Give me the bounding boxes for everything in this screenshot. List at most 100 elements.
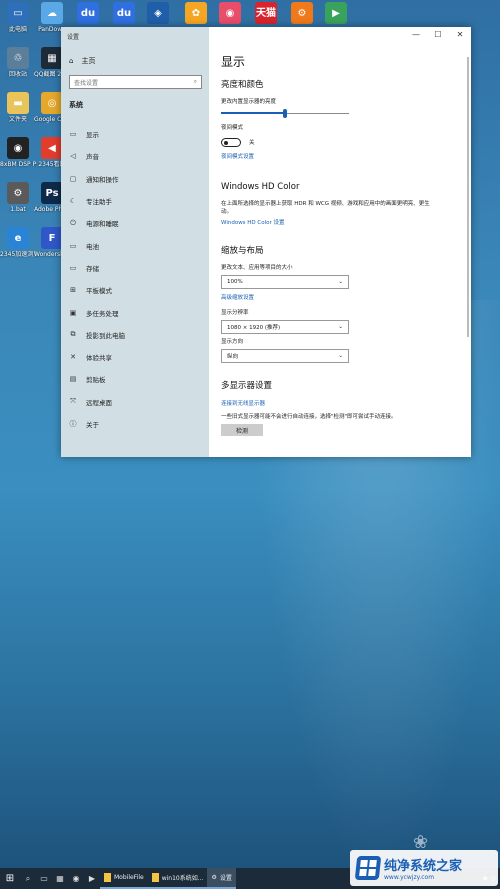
minimize-button[interactable]: — (405, 27, 427, 43)
hdr-settings-link[interactable]: Windows HD Color 设置 (221, 218, 461, 226)
sidebar-item-label: 剪贴板 (86, 376, 106, 385)
resolution-select[interactable]: 1080 × 1920 (推荐) ⌄ (221, 320, 349, 334)
night-light-settings-link[interactable]: 夜间模式设置 (221, 152, 461, 160)
taskbar-app-mobilefile[interactable]: MobileFile (100, 868, 148, 889)
desktop-icon-label: 1.bat (10, 206, 26, 213)
app-icon[interactable]: ▶ (84, 868, 100, 889)
sidebar-item-label: 电池 (86, 242, 99, 251)
resolution-value: 1080 × 1920 (推荐) (227, 325, 281, 331)
desktop-icon[interactable]: ⚙ (284, 2, 320, 26)
brightness-slider[interactable] (221, 109, 349, 118)
chevron-down-icon: ⌄ (338, 324, 343, 330)
sidebar-item-label: 投影到此电脑 (86, 331, 125, 340)
sidebar-item[interactable]: ▢ 通知和操作 (61, 168, 209, 190)
sidebar-item[interactable]: ⓘ 关于 (61, 413, 209, 435)
remote-icon: ⤧ (70, 397, 76, 406)
taskbar-app-settings[interactable]: ⚙ 设置 (207, 868, 236, 889)
sidebar-item[interactable]: ✕ 体验共享 (61, 346, 209, 368)
close-button[interactable]: ✕ (449, 27, 471, 43)
sidebar-item[interactable]: ⏻ 电源和睡眠 (61, 212, 209, 234)
desktop-icon[interactable]: ◉ (212, 2, 248, 26)
scale-select[interactable]: 100% ⌄ (221, 275, 349, 289)
desktop-icon[interactable]: e 2345加速浏览器 (0, 227, 36, 258)
home-nav[interactable]: ⌂ 主页 (69, 56, 95, 66)
search-icon: ⌕ (193, 78, 197, 85)
scale-value: 100% (227, 279, 243, 285)
desktop-icon[interactable]: ◈ (140, 2, 176, 26)
desktop-icon[interactable]: du (70, 2, 106, 26)
sidebar-item[interactable]: ⊞ 平板模式 (61, 279, 209, 301)
search-input[interactable]: 查找设置 ⌕ (69, 75, 202, 89)
search-placeholder: 查找设置 (74, 79, 99, 87)
app-icon[interactable]: ▦ (52, 868, 68, 889)
play-store-icon: ▶ (325, 2, 347, 24)
taskbar-app-folder[interactable]: win10系统如... (147, 868, 208, 889)
orientation-value: 纵向 (227, 354, 239, 360)
desktop-icon[interactable]: 天猫 (248, 2, 284, 26)
wireless-display-link[interactable]: 连接到无线显示器 (221, 399, 461, 407)
sidebar-item-label: 远程桌面 (86, 398, 112, 407)
sidebar-nav: ▭ 显示 ◁ 声音 ▢ 通知和操作 ☾ 专注助手 ⏻ 电源和睡眠 ▭ 电池 ▭ 存储 ⊞ 平板模式 ▣ 多任务处理… (61, 123, 209, 435)
sidebar-item[interactable]: ⤧ 远程桌面 (61, 391, 209, 413)
desktop-icon[interactable]: ♲ 回收站 (0, 47, 36, 78)
advanced-scaling-link[interactable]: 高级缩放设置 (221, 293, 461, 301)
home-label: 主页 (81, 57, 96, 65)
sidebar-item[interactable]: ▭ 存储 (61, 257, 209, 279)
sidebar-item[interactable]: ▭ 显示 (61, 123, 209, 145)
search-icon[interactable]: ⌕ (20, 868, 36, 889)
gear-icon: ⚙ (211, 874, 217, 881)
windows-icon[interactable]: ⊞ (0, 868, 20, 889)
chrome-icon: ◎ (41, 92, 63, 114)
desktop-icon[interactable]: ▶ (318, 2, 354, 26)
orientation-label: 显示方向 (221, 339, 244, 345)
gear-icon: ⚙ (291, 2, 313, 24)
image-icon: ▦ (41, 47, 63, 69)
sidebar-item[interactable]: ▤ 剪贴板 (61, 368, 209, 390)
tmall-icon: 天猫 (255, 2, 277, 24)
taskbar-app-label: MobileFile (114, 874, 144, 881)
computer-icon: ▭ (7, 2, 29, 24)
app-icon[interactable]: ◉ (68, 868, 84, 889)
speaker-icon: ◉ (7, 137, 29, 159)
hdr-description: 在上面所选择的显示器上获取 HDR 和 WCG 视频、游戏和应用中的画面更明亮、… (221, 201, 430, 215)
desktop-icon[interactable]: ◉ 8xBM DSP Processor ... (0, 137, 36, 168)
folder-icon: ▬ (7, 92, 29, 114)
night-light-toggle[interactable]: 关 (221, 138, 255, 147)
app-icon: ✿ (185, 2, 207, 24)
desktop-icon-label: 8xBM DSP Processor ... (0, 161, 36, 168)
chevron-down-icon: ⌄ (338, 279, 343, 285)
watermark: 纯净系统之家 www.ycwjzy.com (350, 850, 498, 886)
desktop-icon[interactable]: ▭ 此电脑 (0, 2, 36, 33)
desktop-icon[interactable]: ▬ 文件夹 (0, 92, 36, 123)
maximize-button[interactable]: ☐ (427, 27, 449, 43)
orientation-select[interactable]: 纵向 ⌄ (221, 349, 349, 363)
app-icon: ◉ (219, 2, 241, 24)
sidebar-item[interactable]: ⧉ 投影到此电脑 (61, 324, 209, 346)
toggle-switch[interactable] (221, 138, 241, 147)
battery-icon: ▭ (69, 241, 77, 250)
scale-heading: 缩放与布局 (221, 246, 264, 256)
sidebar-item[interactable]: ▭ 电池 (61, 234, 209, 256)
scrollbar[interactable] (467, 57, 469, 337)
task-view-icon[interactable]: ▭ (36, 868, 52, 889)
detect-button[interactable]: 检测 (221, 424, 263, 436)
slider-fill (221, 112, 285, 114)
desktop-icon-label: 此电脑 (8, 26, 27, 33)
night-light-label: 夜间模式 (221, 125, 244, 131)
photoshop-icon: Ps (41, 182, 63, 204)
multitask-icon: ▣ (69, 308, 77, 317)
desktop-icon[interactable]: ✿ (178, 2, 214, 26)
slider-thumb[interactable] (283, 109, 287, 118)
brightness-heading: 亮度和颜色 (221, 80, 264, 90)
display-settings: 显示 亮度和颜色 更改内置显示器的亮度 夜间模式 关 夜间模式设置 Window… (221, 53, 461, 436)
sidebar-item-label: 存储 (86, 264, 99, 273)
sidebar-item[interactable]: ◁ 声音 (61, 145, 209, 167)
desktop-icon[interactable]: ⚙ 1.bat (0, 182, 36, 213)
window-title: 设置 (67, 34, 80, 41)
window-controls: — ☐ ✕ (405, 27, 471, 43)
taskbar-app-label: win10系统如... (161, 875, 204, 882)
home-icon: ⌂ (69, 57, 74, 65)
desktop-icon[interactable]: du (106, 2, 142, 26)
sidebar-item[interactable]: ☾ 专注助手 (61, 190, 209, 212)
sidebar-item[interactable]: ▣ 多任务处理 (61, 301, 209, 323)
